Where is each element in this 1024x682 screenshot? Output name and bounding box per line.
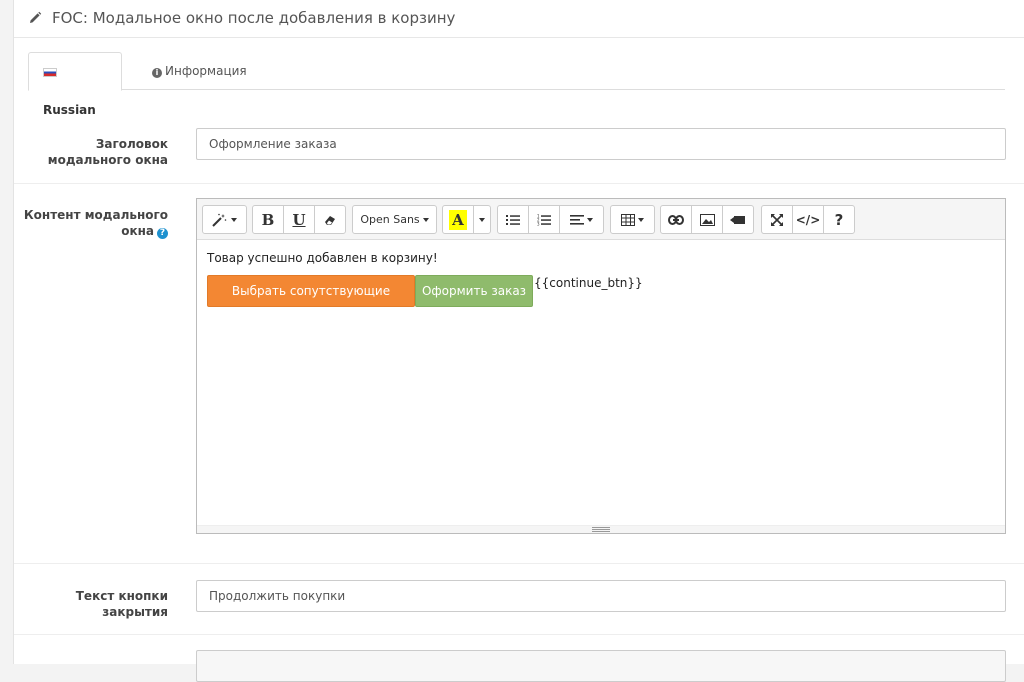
color-dropdown-icon xyxy=(479,217,485,222)
table-group xyxy=(610,205,655,234)
modal-title-input[interactable]: Оформление заказа xyxy=(196,128,1006,160)
color-group: A xyxy=(442,205,491,234)
settings-panel: FOC: Модальное окно после добавления в к… xyxy=(13,0,1024,682)
help-button[interactable]: ? xyxy=(823,205,855,234)
highlight-color-icon: A xyxy=(449,209,467,230)
chevron-down-icon xyxy=(422,217,429,222)
align-dropdown[interactable] xyxy=(559,205,604,234)
font-style-group: B U xyxy=(252,205,346,234)
clear-format-button[interactable] xyxy=(314,205,346,234)
ordered-list-icon: 1 2 3 xyxy=(537,214,551,226)
pencil-icon xyxy=(30,11,42,23)
style-group xyxy=(202,205,247,234)
rich-text-editor: B U Open Sans A 1 2 3 </> ? Товар успешн… xyxy=(196,198,1006,534)
chevron-down-icon xyxy=(231,217,237,222)
language-tabs: Russian i Информация xyxy=(28,52,1005,117)
related-products-button[interactable]: Выбрать сопутствующие товары xyxy=(207,275,415,328)
tab-russian[interactable]: Russian xyxy=(28,52,122,117)
modal-content-label-text: Контент модального окна xyxy=(23,208,168,238)
next-field-input[interactable] xyxy=(196,650,1006,682)
resize-grip-icon[interactable] xyxy=(592,527,610,532)
checkout-button[interactable]: Оформить заказ xyxy=(415,275,533,307)
flag-ru-icon xyxy=(43,68,57,77)
bold-icon: B xyxy=(261,210,275,229)
bold-button[interactable]: B xyxy=(252,205,284,234)
video-icon xyxy=(730,215,745,224)
continue-btn-placeholder: {{continue_btn}} xyxy=(534,276,643,290)
info-circle-icon: i xyxy=(152,68,162,78)
code-view-icon: </> xyxy=(795,212,821,227)
paragraph-group: 1 2 3 xyxy=(497,205,604,234)
editor-resize-bar[interactable] xyxy=(197,525,1005,533)
close-button-text-input[interactable]: Продолжить покупки xyxy=(196,580,1006,612)
color-dropdown-button[interactable] xyxy=(473,205,491,234)
question-circle-icon[interactable]: ? xyxy=(157,228,168,239)
ordered-list-button[interactable]: 1 2 3 xyxy=(528,205,560,234)
modal-content-label: Контент модального окна? xyxy=(14,207,168,239)
tab-information[interactable]: i Информация xyxy=(138,52,261,90)
tab-information-label: Информация xyxy=(165,64,247,78)
highlight-color-button[interactable]: A xyxy=(442,205,474,234)
fullscreen-button[interactable] xyxy=(761,205,793,234)
chevron-down-icon xyxy=(587,217,593,222)
row-divider xyxy=(14,183,1024,184)
svg-text:3: 3 xyxy=(537,221,540,226)
link-button[interactable] xyxy=(660,205,692,234)
font-name-value: Open Sans xyxy=(360,213,420,226)
help-icon: ? xyxy=(834,210,844,229)
magic-icon xyxy=(212,213,227,227)
picture-icon xyxy=(699,213,715,226)
eraser-icon xyxy=(325,215,335,225)
align-icon xyxy=(570,214,584,225)
unordered-list-button[interactable] xyxy=(497,205,529,234)
row-divider xyxy=(14,634,1024,635)
chevron-down-icon xyxy=(638,217,644,222)
font-name-dropdown[interactable]: Open Sans xyxy=(352,205,437,234)
tab-russian-label: Russian xyxy=(43,103,96,117)
insert-group xyxy=(660,205,754,234)
panel-heading: FOC: Модальное окно после добавления в к… xyxy=(14,0,1024,38)
underline-button[interactable]: U xyxy=(283,205,315,234)
editor-content-area[interactable]: Товар успешно добавлен в корзину! Выбрат… xyxy=(197,240,1005,525)
fullscreen-icon xyxy=(771,213,783,226)
row-divider xyxy=(14,563,1024,564)
video-button[interactable] xyxy=(722,205,754,234)
page-title: FOC: Модальное окно после добавления в к… xyxy=(52,9,456,27)
modal-title-label: Заголовок модального окна xyxy=(47,137,168,167)
table-dropdown[interactable] xyxy=(610,205,655,234)
content-text: Товар успешно добавлен в корзину! xyxy=(207,251,438,265)
link-icon xyxy=(668,214,684,225)
unordered-list-icon xyxy=(506,214,520,225)
code-view-button[interactable]: </> xyxy=(792,205,824,234)
style-button[interactable] xyxy=(202,205,247,234)
editor-toolbar: B U Open Sans A 1 2 3 </> ? xyxy=(197,199,1005,240)
view-group: </> ? xyxy=(761,205,855,234)
close-button-text-label: Текст кнопки закрытия xyxy=(75,589,168,619)
underline-icon: U xyxy=(292,210,306,229)
font-name-group: Open Sans xyxy=(352,205,437,234)
table-icon xyxy=(621,213,635,226)
picture-button[interactable] xyxy=(691,205,723,234)
